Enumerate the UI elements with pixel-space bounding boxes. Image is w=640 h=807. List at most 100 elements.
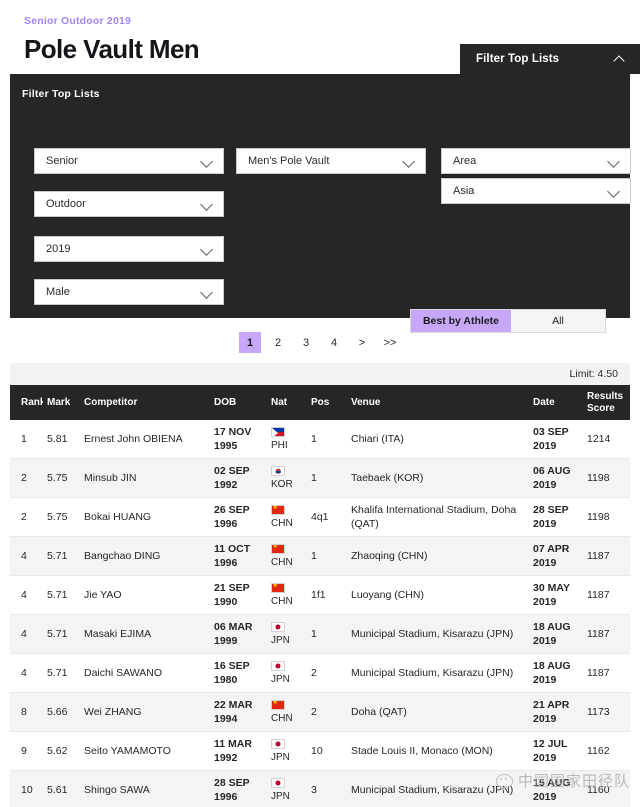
cell-venue: Stade Louis II, Monaco (MON)	[351, 745, 493, 757]
page-button-2[interactable]: 2	[267, 332, 289, 353]
cell-dob: 22 MAR 1994	[214, 699, 253, 725]
column-header-mark: Mark	[47, 396, 71, 408]
select-category[interactable]: Senior	[34, 148, 224, 174]
cell-pos: 1	[311, 472, 317, 484]
page-next-button[interactable]: >	[351, 332, 373, 353]
table-row[interactable]: 1 5.81 Ernest John OBIENA 17 NOV 1995 PHI 1 Chi…	[10, 420, 630, 459]
flag-chn-icon	[271, 505, 285, 515]
cell-nat-code: JPN	[271, 674, 290, 685]
flag-jpn-icon	[271, 661, 285, 671]
table-row[interactable]: 8 5.66 Wei ZHANG22 MAR1994 CHN 2 Doha (QAT) 21…	[10, 693, 630, 732]
cell-competitor[interactable]: Bokai HUANG	[80, 506, 210, 528]
select-environment[interactable]: Outdoor	[34, 191, 224, 217]
cell-results-score: 1187	[587, 667, 610, 679]
page-button-3[interactable]: 3	[295, 332, 317, 353]
cell-dob: 02 SEP 1992	[214, 465, 250, 491]
filter-top-lists-toggle[interactable]: Filter Top Lists	[460, 44, 640, 74]
flag-jpn-icon	[271, 739, 285, 749]
table-row[interactable]: 2 5.75 Bokai HUANG26 SEP1996 CHN 4q1 Khalifa …	[10, 498, 630, 537]
toggle-best-by-athlete[interactable]: Best by Athlete	[410, 310, 511, 332]
cell-competitor[interactable]: Shingo SAWA	[80, 779, 210, 801]
cell-competitor[interactable]: Ernest John OBIENA	[80, 428, 210, 450]
table-row[interactable]: 4 5.71 Bangchao DING11 OCT1996 CHN 1 Zhaoqing…	[10, 537, 630, 576]
cell-nat-code: CHN	[271, 518, 293, 529]
cell-competitor[interactable]: Masaki EJIMA	[80, 623, 210, 645]
flag-kor-icon	[271, 466, 285, 476]
cell-nat: JPN	[267, 656, 307, 690]
cell-pos: 1	[311, 433, 317, 445]
select-area[interactable]: Area	[441, 148, 631, 174]
column-header-nat: Nat	[271, 396, 288, 408]
cell-rank: 8	[21, 706, 27, 718]
cell-results-score: 1187	[587, 628, 610, 640]
cell-dob: 16 SEP 1980	[214, 660, 250, 686]
cell-venue: Taebaek (KOR)	[351, 472, 424, 484]
table-row[interactable]: 4 5.71 Jie YAO21 SEP1990 CHN 1f1 Luoyang (CHN…	[10, 576, 630, 615]
select-discipline[interactable]: Men's Pole Vault	[236, 148, 426, 174]
cell-nat-code: JPN	[271, 752, 290, 763]
cell-nat: PHI	[267, 422, 307, 456]
cell-mark: 5.62	[47, 745, 68, 757]
cell-rank: 9	[21, 745, 27, 757]
cell-pos: 1	[311, 550, 317, 562]
column-header-results-score: Results Score	[587, 390, 624, 414]
cell-date: 18 AUG 2019	[533, 660, 571, 686]
cell-date: 18 AUG 2019	[533, 621, 571, 647]
cell-pos: 4q1	[311, 511, 329, 523]
column-header-venue: Venue	[351, 396, 381, 408]
cell-nat: JPN	[267, 734, 307, 768]
cell-dob: 28 SEP 1996	[214, 777, 250, 803]
results-mode-toggle: Best by Athlete All	[409, 309, 606, 333]
cell-rank: 2	[21, 511, 27, 523]
select-year[interactable]: 2019	[34, 236, 224, 262]
cell-dob: 11 MAR 1992	[214, 738, 252, 764]
table-row[interactable]: 10 5.61 Shingo SAWA 28 SEP 1996 JPN 3 Municipal…	[10, 771, 630, 807]
cell-nat-code: CHN	[271, 596, 293, 607]
cell-mark: 5.71	[47, 628, 68, 640]
select-area-value: Area	[453, 155, 477, 167]
cell-venue: Zhaoqing (CHN)	[351, 550, 428, 562]
cell-competitor[interactable]: Minsub JIN	[80, 467, 210, 489]
cell-dob: 17 NOV 1995	[214, 426, 252, 452]
cell-mark: 5.75	[47, 511, 68, 523]
table-row[interactable]: 4 5.71 Daichi SAWANO 16 SEP 1980 JPN 2 Municipa…	[10, 654, 630, 693]
cell-rank: 4	[21, 667, 27, 679]
cell-pos: 2	[311, 667, 317, 679]
cell-mark: 5.61	[47, 784, 68, 796]
chevron-down-icon	[201, 288, 214, 296]
cell-results-score: 1198	[587, 511, 610, 523]
select-environment-value: Outdoor	[46, 198, 86, 210]
table-row[interactable]: 4 5.71 Masaki EJIMA 06 MAR 1999 JPN 1 Municipal…	[10, 615, 630, 654]
select-gender[interactable]: Male	[34, 279, 224, 305]
select-year-value: 2019	[46, 243, 71, 255]
cell-competitor[interactable]: Wei ZHANG	[80, 701, 210, 723]
cell-nat: JPN	[267, 617, 307, 651]
filter-toggle-label: Filter Top Lists	[476, 53, 560, 65]
select-region-value: Asia	[453, 185, 475, 197]
select-region[interactable]: Asia	[441, 178, 631, 204]
column-header-rank: Rank	[21, 396, 43, 408]
page-last-button[interactable]: >>	[379, 332, 401, 353]
chevron-down-icon	[201, 200, 214, 208]
flag-chn-icon	[271, 700, 285, 710]
table-row[interactable]: 9 5.62 Seito YAMAMOTO 11 MAR 1992 JPN 10 Stade …	[10, 732, 630, 771]
cell-nat: CHN	[267, 695, 307, 729]
page-button-4[interactable]: 4	[323, 332, 345, 353]
cell-pos: 10	[311, 745, 323, 757]
table-row[interactable]: 2 5.75 Minsub JIN 02 SEP 1992 KOR 1 Taebaek (KO…	[10, 459, 630, 498]
cell-nat-code: JPN	[271, 635, 290, 646]
flag-chn-icon	[271, 544, 285, 554]
cell-nat: CHN	[267, 500, 307, 534]
cell-rank: 2	[21, 472, 27, 484]
cell-competitor[interactable]: Jie YAO	[80, 584, 210, 606]
flag-jpn-icon	[271, 778, 285, 788]
cell-competitor[interactable]: Seito YAMAMOTO	[80, 740, 210, 762]
cell-competitor[interactable]: Bangchao DING	[80, 545, 210, 567]
pagination: 1 2 3 4 > >>	[0, 332, 640, 353]
cell-results-score: 1162	[587, 745, 610, 757]
cell-competitor[interactable]: Daichi SAWANO	[80, 662, 210, 684]
flag-phi-icon	[271, 427, 285, 437]
page-button-1[interactable]: 1	[239, 332, 261, 353]
cell-dob: 21 SEP 1990	[214, 582, 250, 608]
toggle-all[interactable]: All	[511, 310, 605, 332]
